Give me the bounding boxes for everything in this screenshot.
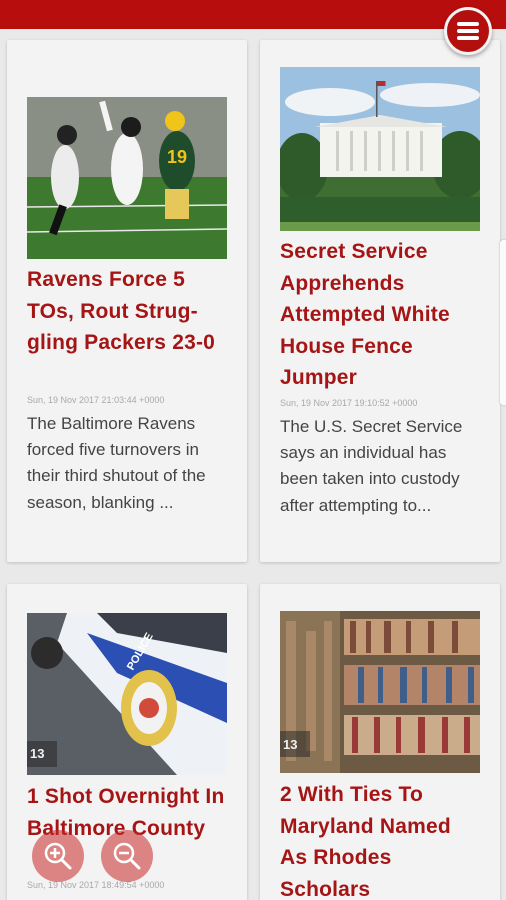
football-game-photo: 19 [27, 97, 227, 259]
scroll-handle[interactable] [500, 240, 506, 405]
police-car-photo: POLICE 13 [27, 613, 227, 775]
menu-button[interactable] [444, 7, 492, 55]
svg-text:13: 13 [283, 737, 297, 752]
zoom-in-button[interactable] [32, 830, 84, 882]
zoom-out-button[interactable] [101, 830, 153, 882]
article-summary: The U.S. Secret Service says an individu… [280, 417, 463, 515]
hamburger-menu-icon [457, 22, 479, 40]
article-card[interactable]: 13 2 With Ties To Maryland Named As Rhod… [260, 584, 500, 900]
article-card[interactable]: Secret Service Apprehends Attempted Whit… [260, 40, 500, 562]
library-books-photo: 13 [280, 611, 480, 773]
top-app-bar [0, 0, 506, 29]
article-date: Sun, 19 Nov 2017 18:49:54 +0000 [27, 880, 165, 890]
article-summary: The Baltimore Ravens forced five turnove… [27, 414, 206, 512]
article-card[interactable]: 19 Ravens Force 5 TOs, Rout Strug-gling … [7, 40, 247, 562]
zoom-out-icon [113, 842, 141, 870]
article-title[interactable]: 2 With Ties To Maryland Named As Rhodes … [280, 779, 480, 900]
svg-text:13: 13 [30, 746, 44, 761]
zoom-in-icon [44, 842, 72, 870]
white-house-photo [280, 67, 480, 231]
article-title[interactable]: Ravens Force 5 TOs, Rout Strug-gling Pac… [27, 264, 227, 359]
article-date: Sun, 19 Nov 2017 21:03:44 +0000 [27, 395, 165, 405]
article-title[interactable]: Secret Service Apprehends Attempted Whit… [280, 236, 480, 394]
svg-text:19: 19 [167, 147, 187, 167]
article-date: Sun, 19 Nov 2017 19:10:52 +0000 [280, 398, 418, 408]
